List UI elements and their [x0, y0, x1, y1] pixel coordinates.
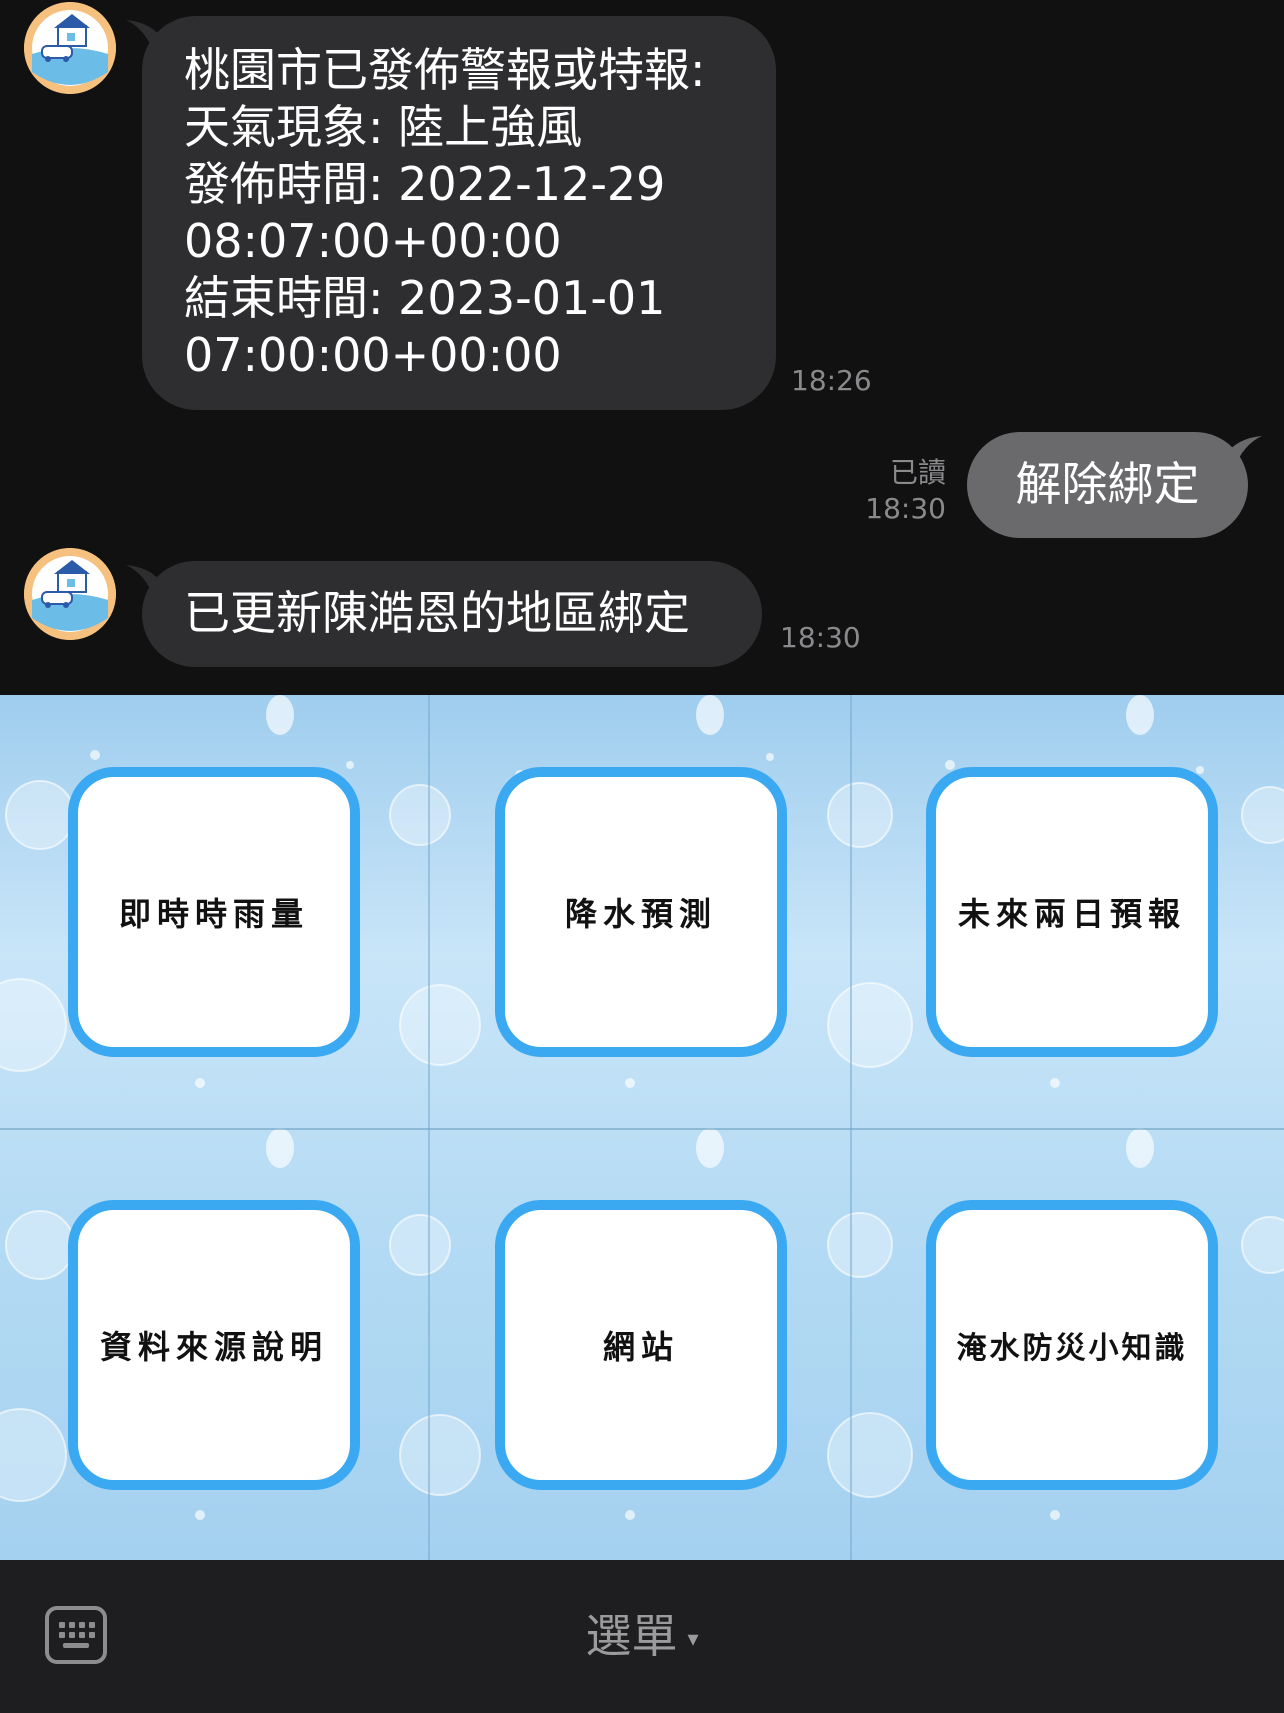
message-time: 18:30 [865, 492, 946, 525]
menu-item-two-day-forecast[interactable]: 未來兩日預報 [850, 695, 1284, 1128]
menu-card: 降水預測 [495, 767, 787, 1057]
user-message-bubble[interactable]: 解除綁定 [967, 432, 1262, 538]
message-text: 解除綁定 [1015, 457, 1200, 511]
rich-menu: 即時時雨量 降水預測 未來兩日預報 資料來源說明 網站 淹水防災小知識 [0, 695, 1284, 1560]
menu-toggle-label: 選單 [585, 1609, 678, 1663]
bubble-tail [126, 565, 162, 597]
chat-area[interactable]: 桃園市已發佈警報或特報: 天氣現象: 陸上強風 發佈時間: 2022-12-29… [0, 0, 1284, 695]
menu-card: 未來兩日預報 [926, 767, 1218, 1057]
bubble-tail [1226, 436, 1262, 468]
message-time: 18:30 [780, 621, 861, 654]
menu-item-precipitation-forecast[interactable]: 降水預測 [428, 695, 850, 1128]
bot-avatar[interactable] [24, 548, 116, 640]
bubble-tail [126, 20, 162, 52]
menu-item-label: 淹水防災小知識 [956, 1331, 1188, 1366]
menu-item-realtime-rainfall[interactable]: 即時時雨量 [0, 695, 428, 1128]
menu-item-label: 即時時雨量 [118, 895, 309, 933]
bot-message-bubble[interactable]: 桃園市已發佈警報或特報: 天氣現象: 陸上強風 發佈時間: 2022-12-29… [126, 16, 776, 410]
menu-item-flood-prevention-tips[interactable]: 淹水防災小知識 [850, 1130, 1284, 1560]
menu-card: 淹水防災小知識 [926, 1200, 1218, 1490]
menu-item-label: 未來兩日預報 [957, 895, 1186, 933]
flood-house-icon [24, 2, 116, 94]
bot-message-bubble[interactable]: 已更新陳澔恩的地區綁定 [126, 561, 762, 667]
menu-item-label: 網站 [602, 1328, 679, 1366]
menu-toggle-button[interactable]: 選單 ▾ [0, 1606, 1284, 1670]
menu-card: 資料來源說明 [68, 1200, 360, 1490]
chevron-down-icon: ▾ [687, 1626, 699, 1652]
menu-item-label: 降水預測 [564, 895, 717, 933]
menu-item-data-sources[interactable]: 資料來源說明 [0, 1130, 428, 1560]
menu-card: 網站 [495, 1200, 787, 1490]
bot-avatar[interactable] [24, 2, 116, 94]
menu-item-website[interactable]: 網站 [428, 1130, 850, 1560]
bottom-bar: 選單 ▾ [0, 1560, 1284, 1713]
flood-house-icon [24, 548, 116, 640]
read-receipt: 已讀 [889, 456, 946, 489]
message-text: 已更新陳澔恩的地區綁定 [184, 586, 690, 640]
menu-card: 即時時雨量 [68, 767, 360, 1057]
message-time: 18:26 [791, 364, 872, 397]
message-text: 桃園市已發佈警報或特報: 天氣現象: 陸上強風 發佈時間: 2022-12-29… [184, 43, 706, 382]
menu-item-label: 資料來源說明 [99, 1328, 328, 1366]
